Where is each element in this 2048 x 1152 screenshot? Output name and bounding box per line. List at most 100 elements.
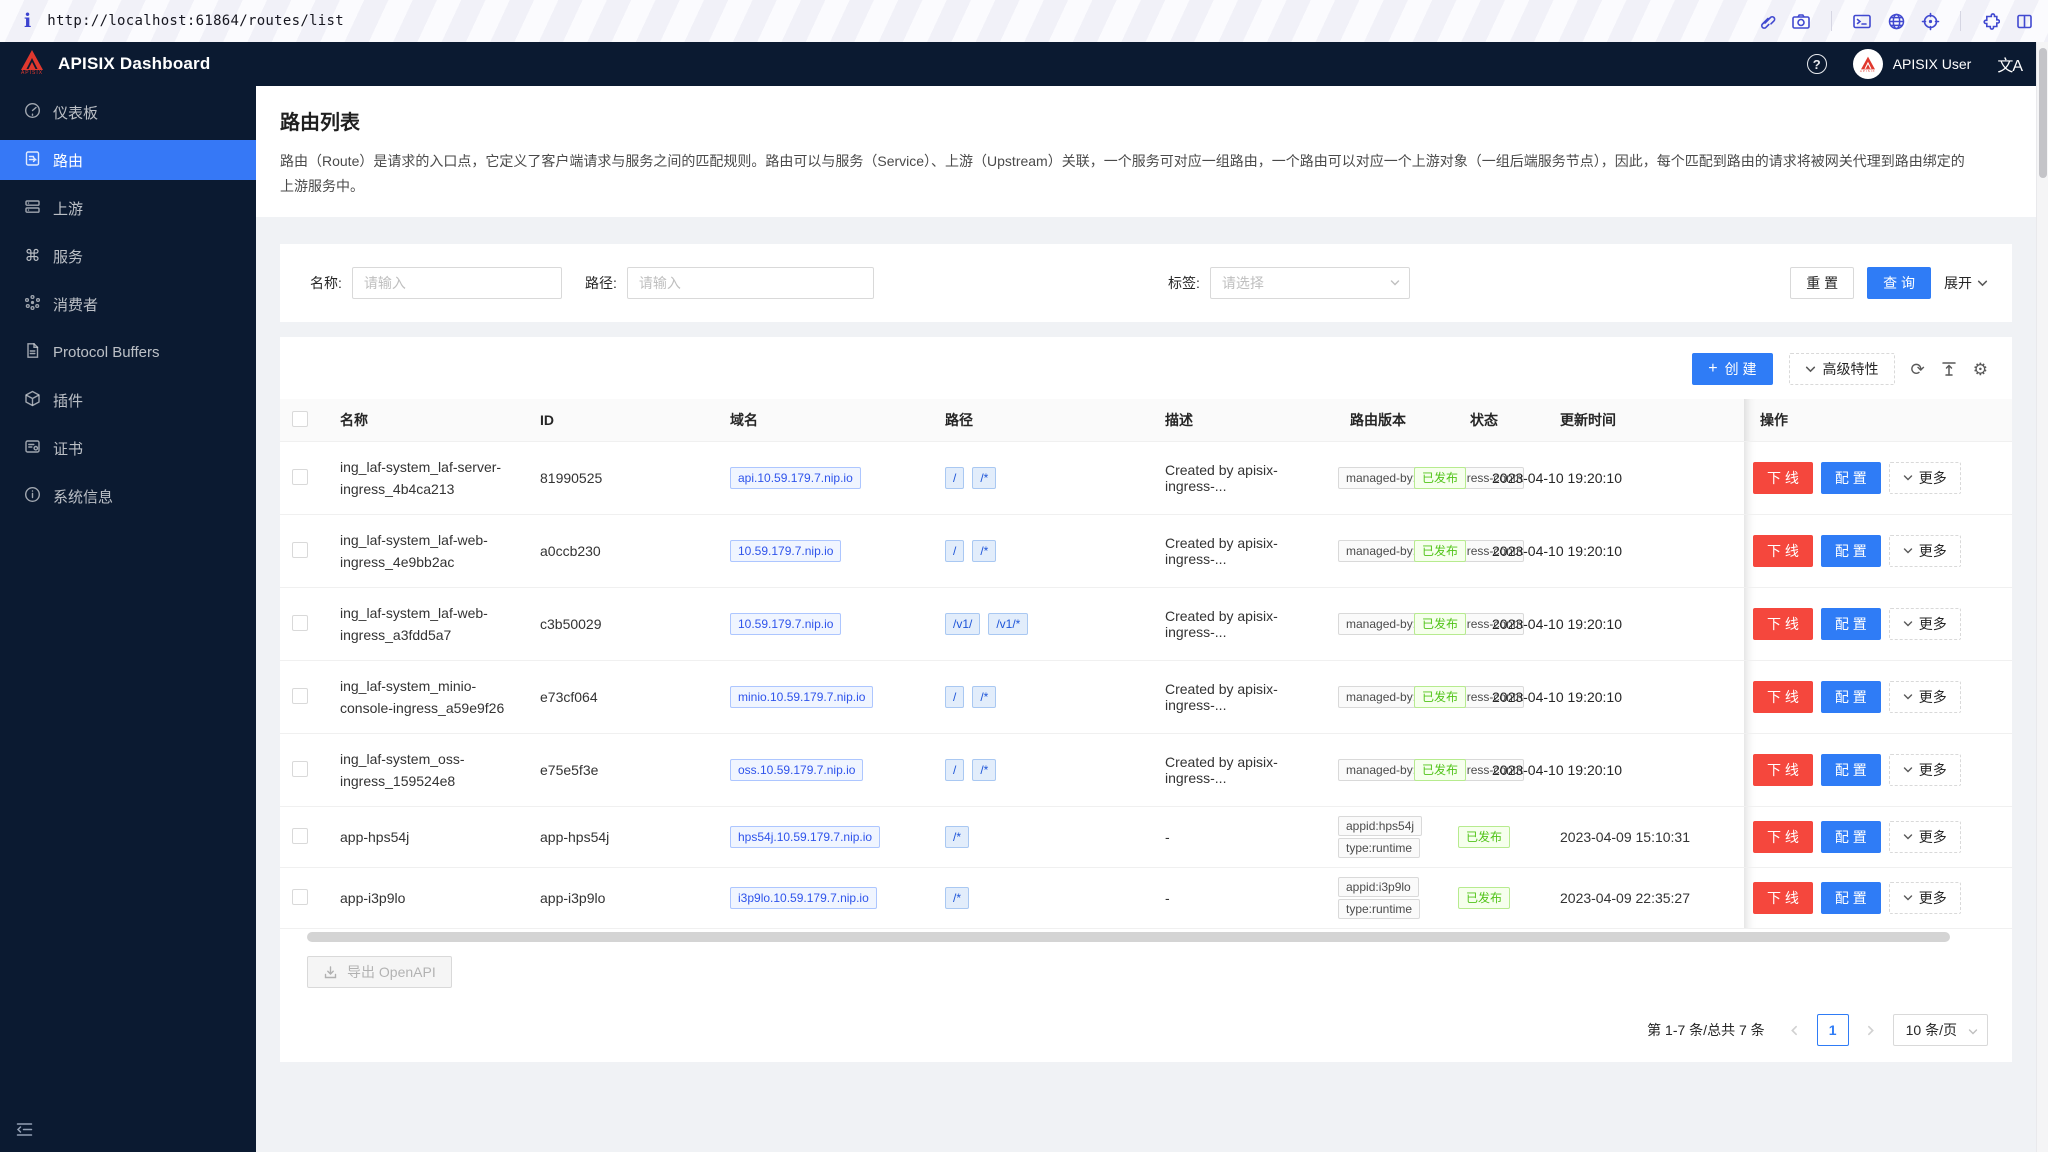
reset-button[interactable]: 重 置 <box>1790 267 1855 299</box>
select-all-checkbox[interactable] <box>292 410 308 427</box>
globe-icon[interactable] <box>1887 12 1906 31</box>
sidebar-item-label: 服务 <box>53 248 84 266</box>
query-button[interactable]: 查 询 <box>1867 267 1931 299</box>
sidebar-item-protocol-buffers[interactable]: Protocol Buffers <box>0 332 256 372</box>
sidebar-item-routes[interactable]: 路由 <box>0 140 256 180</box>
sidebar-item-services[interactable]: ⌘ 服务 <box>0 236 256 276</box>
offline-button[interactable]: 下 线 <box>1753 681 1813 713</box>
expand-toggle[interactable]: 展开 <box>1944 273 1988 293</box>
row-checkbox[interactable] <box>292 468 308 485</box>
sidebar-item-plugins[interactable]: 插件 <box>0 380 256 420</box>
topbar-separator <box>1960 11 1961 31</box>
plus-icon: + <box>1708 360 1718 377</box>
more-label: 更多 <box>1918 829 1947 845</box>
name-filter-input[interactable] <box>351 267 562 299</box>
sidebar-collapse-icon[interactable] <box>16 1122 33 1140</box>
plugin-icon <box>24 390 41 411</box>
configure-button[interactable]: 配 置 <box>1820 535 1881 567</box>
updated-time: 2023-04-10 19:20:10 <box>1492 470 1622 486</box>
path-tag: /v1/ <box>945 613 981 635</box>
page-title: 路由列表 <box>280 112 360 134</box>
route-id: e75e5f3e <box>524 733 714 807</box>
puzzle-icon[interactable] <box>1981 12 2000 31</box>
route-description: Created by apisix-ingress-... <box>1149 733 1334 807</box>
create-button[interactable]: + 创 建 <box>1692 353 1773 385</box>
offline-button[interactable]: 下 线 <box>1753 882 1813 914</box>
url-display: http://localhost:61864/routes/list <box>47 13 344 29</box>
apisix-logo-icon: APISIX <box>18 49 46 79</box>
crosshair-icon[interactable] <box>1921 12 1940 31</box>
configure-button[interactable]: 配 置 <box>1820 681 1881 713</box>
sidebar-item-system-info[interactable]: 系统信息 <box>0 476 256 516</box>
row-checkbox[interactable] <box>292 541 308 558</box>
help-icon[interactable]: ? <box>1806 54 1827 74</box>
gear-icon[interactable]: ⚙ <box>1973 361 1988 378</box>
more-button[interactable]: 更多 <box>1888 535 1961 567</box>
route-id: c3b50029 <box>524 587 714 661</box>
row-checkbox[interactable] <box>292 614 308 631</box>
upstream-icon <box>24 198 41 219</box>
link-icon[interactable] <box>1757 12 1776 31</box>
next-page-icon[interactable] <box>1857 1014 1885 1046</box>
path-filter-input[interactable] <box>626 267 874 299</box>
offline-button[interactable]: 下 线 <box>1753 821 1813 853</box>
configure-button[interactable]: 配 置 <box>1820 462 1881 494</box>
sidebar-item-label: 上游 <box>53 200 84 218</box>
offline-button[interactable]: 下 线 <box>1753 462 1813 494</box>
offline-button[interactable]: 下 线 <box>1753 535 1813 567</box>
topbar-separator <box>1831 11 1832 31</box>
configure-button[interactable]: 配 置 <box>1820 821 1881 853</box>
row-checkbox[interactable] <box>292 827 308 844</box>
route-name: app-hps54j <box>324 806 524 868</box>
tag-filter-select[interactable] <box>1209 267 1410 299</box>
tag-filter-label: 标签: <box>1168 275 1200 291</box>
page-header: 路由列表 路由（Route）是请求的入口点，它定义了客户端请求与服务之间的匹配规… <box>256 86 2036 217</box>
more-button[interactable]: 更多 <box>1888 608 1961 640</box>
path-tag: / <box>945 540 965 562</box>
sidebar-item-label: Protocol Buffers <box>53 343 160 361</box>
page-size-select[interactable]: 10 条/页 <box>1892 1014 1988 1046</box>
row-checkbox[interactable] <box>292 760 308 777</box>
routes-table: 名称 ID 域名 路径 描述 路由版本 状态 更新时间 操作 ing_laf-s… <box>280 399 2012 929</box>
export-openapi-button[interactable]: 导出 OpenAPI <box>307 956 452 988</box>
sidebar-item-consumers[interactable]: 消费者 <box>0 284 256 324</box>
page-number-1[interactable]: 1 <box>1816 1014 1849 1046</box>
sidebar-item-upstream[interactable]: 上游 <box>0 188 256 228</box>
configure-button[interactable]: 配 置 <box>1820 882 1881 914</box>
configure-button[interactable]: 配 置 <box>1820 754 1881 786</box>
route-description: Created by apisix-ingress-... <box>1149 441 1334 515</box>
column-header-domain: 域名 <box>714 399 929 442</box>
horizontal-scrollbar <box>280 932 2012 942</box>
configure-button[interactable]: 配 置 <box>1820 608 1881 640</box>
prev-page-icon[interactable] <box>1781 1014 1809 1046</box>
table-row: app-i3p9lo app-i3p9lo i3p9lo.10.59.179.7… <box>280 867 2012 929</box>
updated-time: 2023-04-10 19:20:10 <box>1492 616 1622 632</box>
chevron-down-icon <box>1903 694 1912 700</box>
offline-button[interactable]: 下 线 <box>1753 754 1813 786</box>
sidebar-item-certificates[interactable]: 证书 <box>0 428 256 468</box>
terminal-icon[interactable] <box>1852 12 1872 31</box>
more-button[interactable]: 更多 <box>1888 681 1961 713</box>
more-button[interactable]: 更多 <box>1888 462 1961 494</box>
advanced-features-button[interactable]: 高级特性 <box>1788 353 1895 385</box>
more-button[interactable]: 更多 <box>1888 882 1961 914</box>
split-columns-icon[interactable] <box>2015 12 2034 31</box>
more-button[interactable]: 更多 <box>1888 821 1961 853</box>
user-menu[interactable]: APISIX APISIX User <box>1852 49 1971 79</box>
refresh-icon[interactable]: ⟳ <box>1911 361 1925 378</box>
route-name: ing_laf-system_laf-web-ingress_4e9bb2ac <box>324 514 524 588</box>
more-button[interactable]: 更多 <box>1888 754 1961 786</box>
path-tag: /* <box>945 887 970 909</box>
horizontal-scrollbar-thumb[interactable] <box>307 932 1950 942</box>
translate-icon[interactable]: 文A <box>1997 52 2023 76</box>
offline-button[interactable]: 下 线 <box>1753 608 1813 640</box>
path-tag: /* <box>972 467 997 489</box>
row-checkbox[interactable] <box>292 687 308 704</box>
domain-tag: oss.10.59.179.7.nip.io <box>730 759 864 781</box>
sidebar-item-dashboard[interactable]: 仪表板 <box>0 92 256 132</box>
camera-icon[interactable] <box>1791 12 1811 31</box>
domain-tag: 10.59.179.7.nip.io <box>730 613 842 635</box>
row-checkbox[interactable] <box>292 888 308 905</box>
window-scrollbar-thumb[interactable] <box>2039 48 2047 178</box>
density-icon[interactable] <box>1941 361 1957 377</box>
